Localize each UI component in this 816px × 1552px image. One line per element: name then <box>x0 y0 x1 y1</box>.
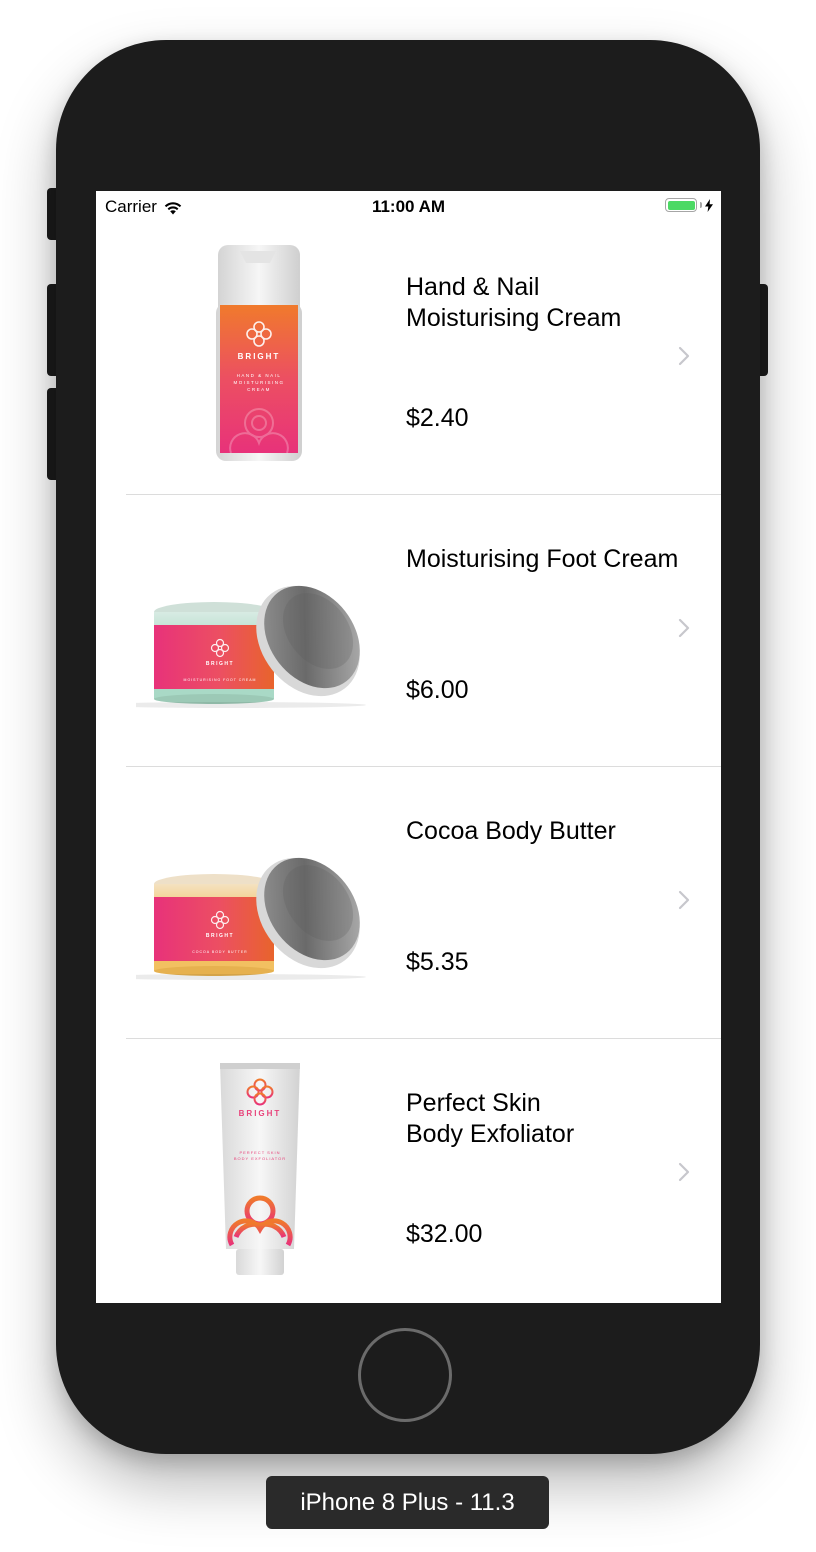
svg-text:BRIGHT: BRIGHT <box>206 661 234 667</box>
product-image-tube: BRIGHT PERFECT SKIN BODY EXFOLIATOR <box>220 1063 300 1275</box>
product-name: Hand & Nail Moisturising Cream <box>406 273 622 332</box>
svg-text:CREAM: CREAM <box>247 387 271 392</box>
svg-text:PERFECT SKIN: PERFECT SKIN <box>239 1150 280 1155</box>
device-screen: Carrier 11:00 AM BRIGHT HAND & NAIL MOIS… <box>96 191 721 1303</box>
product-row[interactable]: BRIGHT HAND & NAIL MOISTURISING CREAM Ha… <box>96 223 721 495</box>
product-price: $6.00 <box>406 676 469 704</box>
status-time: 11:00 AM <box>371 197 446 216</box>
status-bar: Carrier 11:00 AM <box>96 191 721 223</box>
svg-text:COCOA BODY BUTTER: COCOA BODY BUTTER <box>192 950 247 954</box>
product-row[interactable]: BRIGHT COCOA BODY BUTTER Cocoa Body Butt… <box>96 767 721 1039</box>
product-price: $5.35 <box>406 948 469 976</box>
chevron-right-icon <box>678 890 690 910</box>
chevron-right-icon <box>678 618 690 638</box>
simulator-device-label: iPhone 8 Plus - 11.3 <box>266 1476 549 1529</box>
svg-text:HAND & NAIL: HAND & NAIL <box>237 373 282 378</box>
svg-text:BODY EXFOLIATOR: BODY EXFOLIATOR <box>234 1156 286 1161</box>
home-button[interactable] <box>358 1328 452 1422</box>
charging-bolt-icon <box>705 198 713 212</box>
svg-text:MOISTURISING: MOISTURISING <box>233 380 284 385</box>
chevron-right-icon <box>678 346 690 366</box>
bottle-brand: BRIGHT <box>238 352 281 361</box>
svg-text:BRIGHT: BRIGHT <box>239 1109 282 1118</box>
product-name: Cocoa Body Butter <box>406 817 616 845</box>
svg-text:MOISTURISING FOOT CREAM: MOISTURISING FOOT CREAM <box>184 678 257 682</box>
svg-text:BRIGHT: BRIGHT <box>206 933 234 939</box>
product-row[interactable]: BRIGHT PERFECT SKIN BODY EXFOLIATOR Perf… <box>96 1039 721 1303</box>
product-image-jar-mint: BRIGHT MOISTURISING FOOT CREAM <box>136 585 366 708</box>
product-price: $32.00 <box>406 1220 483 1248</box>
product-row[interactable]: BRIGHT MOISTURISING FOOT CREAM Moisturis… <box>96 495 721 767</box>
product-name: Perfect Skin Body Exfoliator <box>406 1089 575 1148</box>
product-list: BRIGHT HAND & NAIL MOISTURISING CREAM Ha… <box>96 223 721 1303</box>
product-image-jar-yellow: BRIGHT COCOA BODY BUTTER <box>136 857 366 980</box>
product-price: $2.40 <box>406 404 469 432</box>
chevron-right-icon <box>678 1162 690 1182</box>
battery-icon <box>665 198 713 212</box>
product-name: Moisturising Foot Cream <box>406 545 679 573</box>
product-image-bottle: BRIGHT HAND & NAIL MOISTURISING CREAM <box>216 245 302 461</box>
